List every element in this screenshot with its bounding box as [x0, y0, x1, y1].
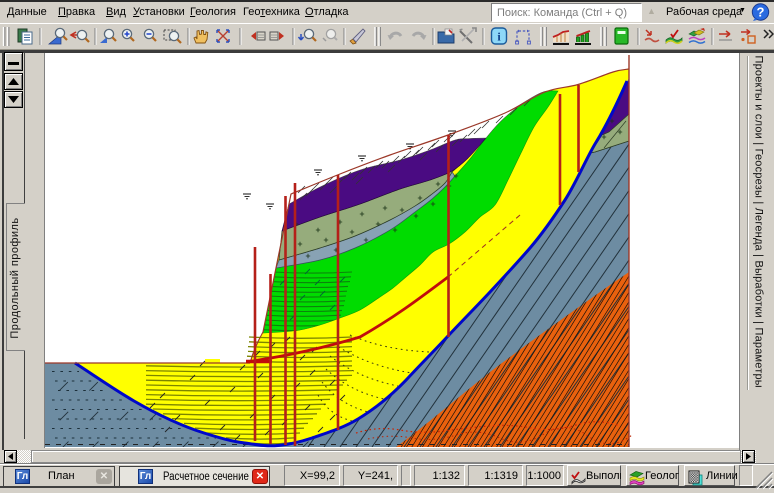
svg-text:?: ?: [757, 5, 765, 20]
